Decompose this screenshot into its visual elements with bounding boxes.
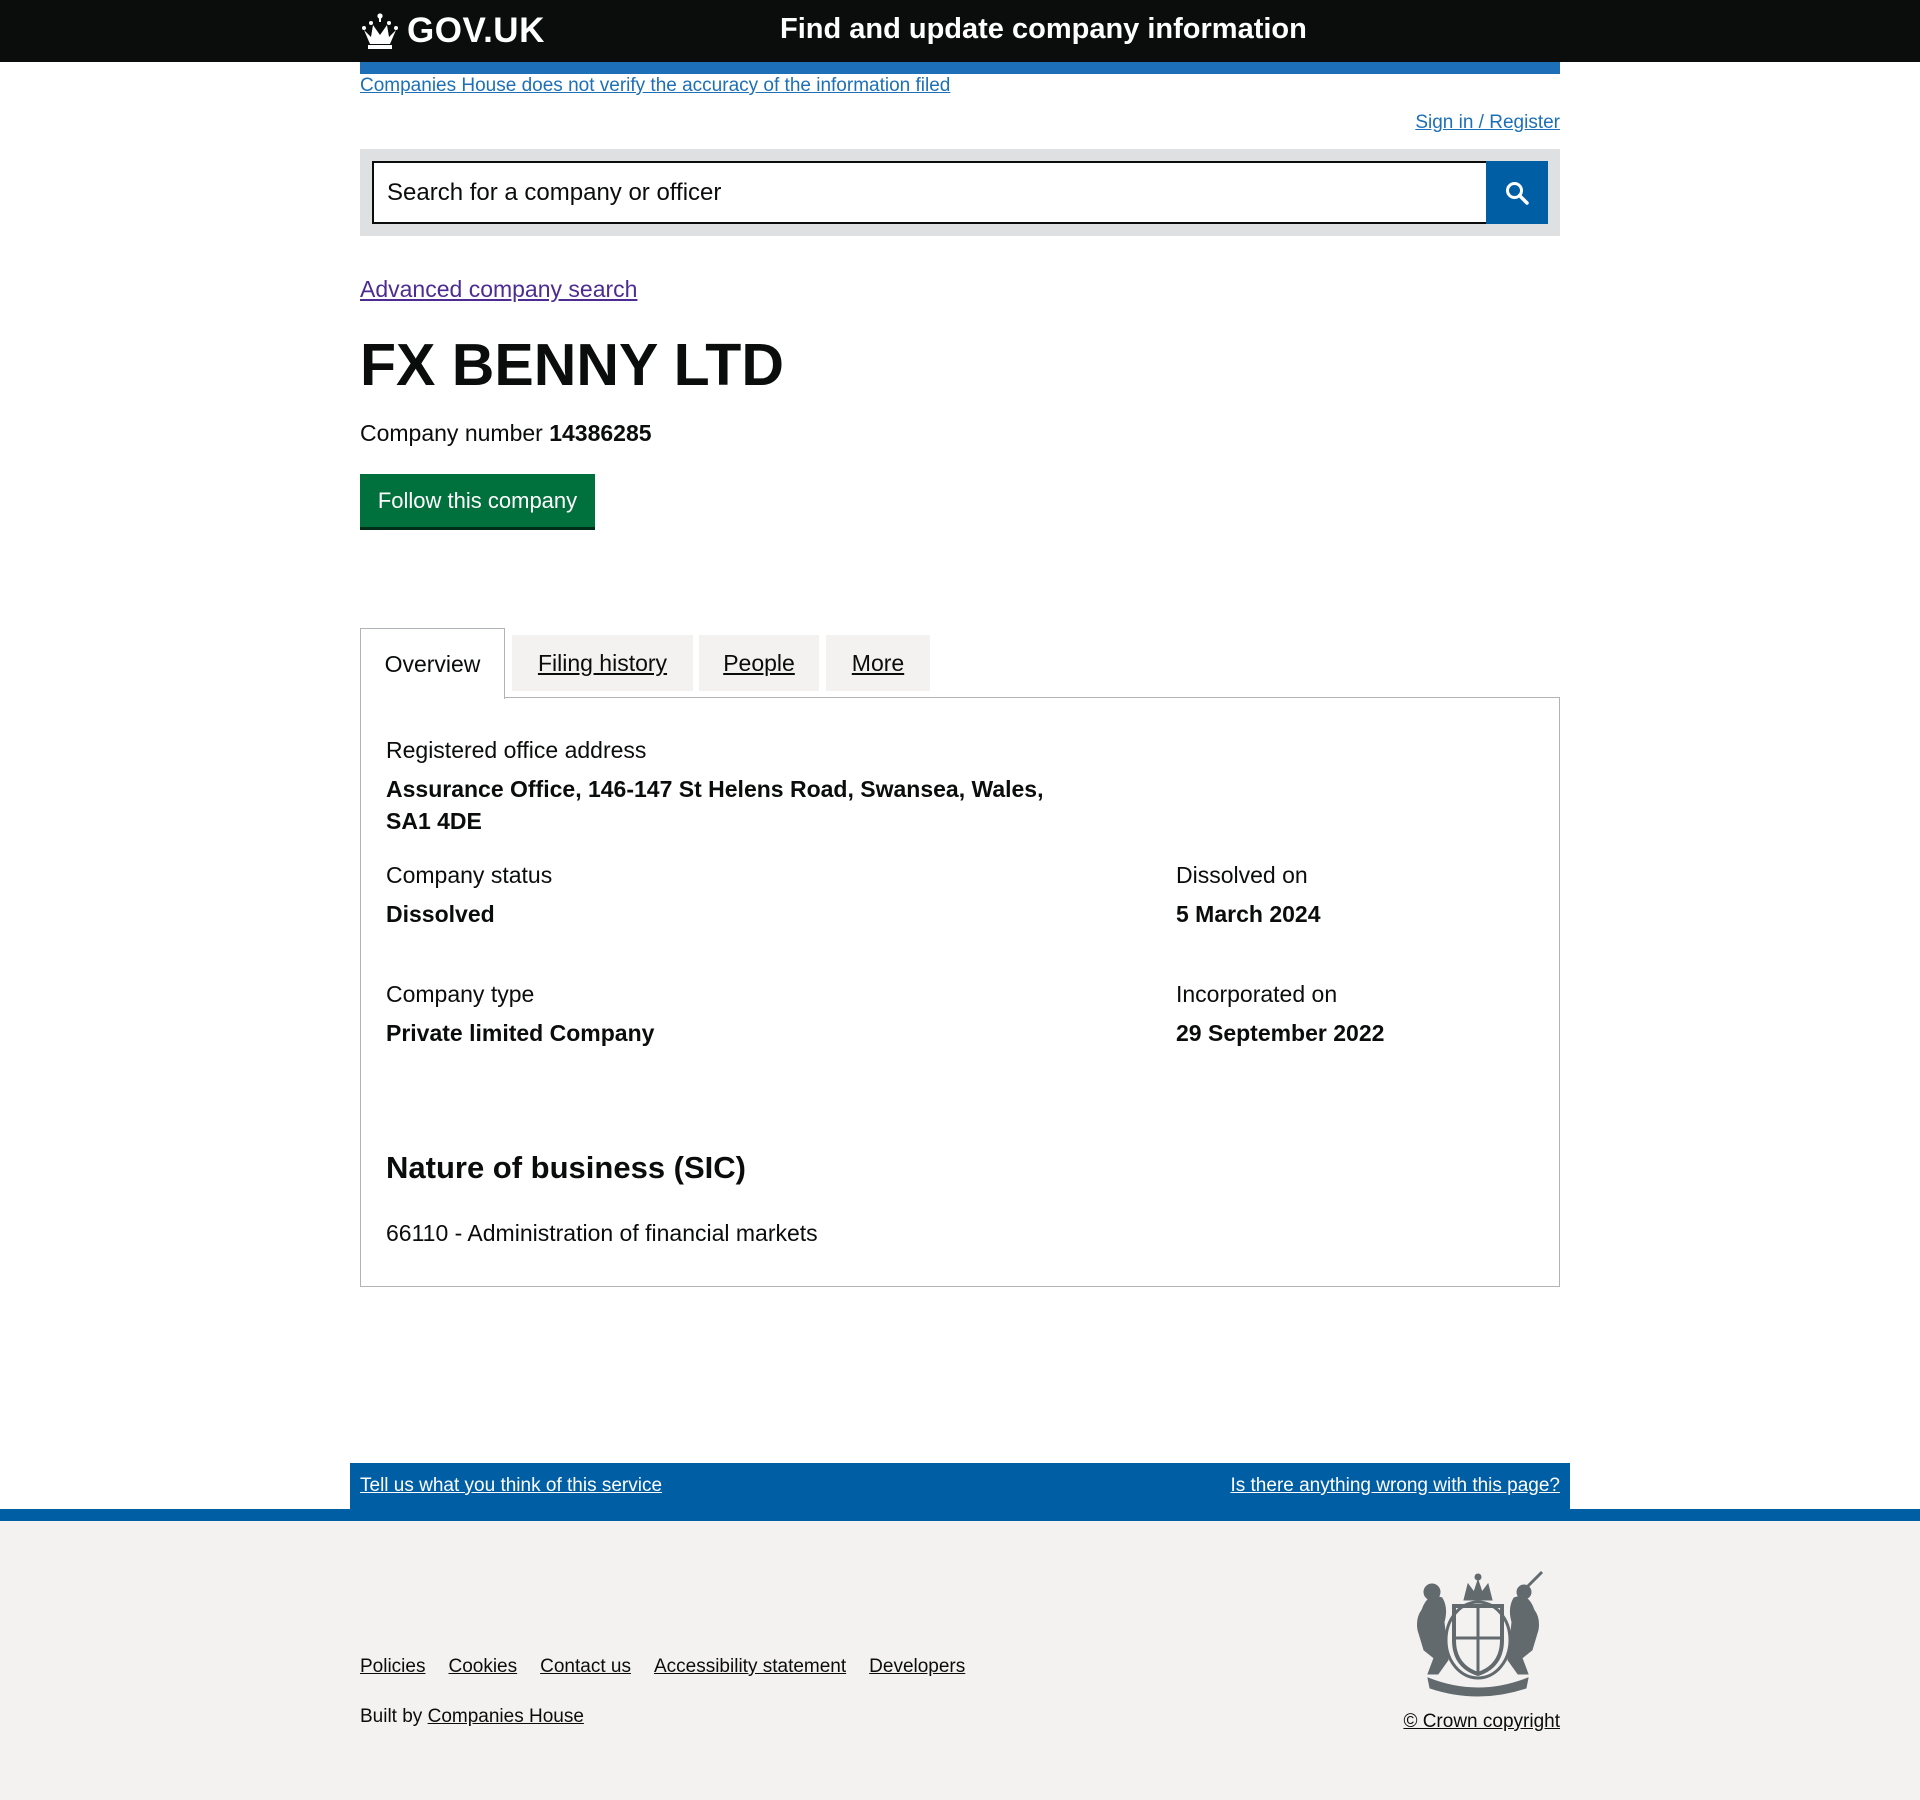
footer-link-contact-us[interactable]: Contact us — [540, 1656, 631, 1678]
advanced-company-search-link[interactable]: Advanced company search — [360, 276, 637, 303]
tab-more[interactable]: More — [826, 635, 930, 691]
report-problem-link[interactable]: Is there anything wrong with this page? — [1230, 1475, 1560, 1497]
incorporated-on-label: Incorporated on — [1176, 981, 1338, 1007]
incorporated-on-value: 29 September 2022 — [1176, 1020, 1385, 1046]
footer-link-cookies[interactable]: Cookies — [448, 1656, 517, 1678]
built-by-prefix: Built by — [360, 1706, 423, 1727]
service-feedback-link[interactable]: Tell us what you think of this service — [360, 1475, 662, 1497]
company-number-value: 14386285 — [549, 420, 652, 446]
footer-links: Policies Cookies Contact us Accessibilit… — [360, 1656, 965, 1678]
tab-filing-history[interactable]: Filing history — [512, 635, 693, 691]
registered-address-value: Assurance Office, 146-147 St Helens Road… — [386, 776, 1044, 834]
footer-link-developers[interactable]: Developers — [869, 1656, 965, 1678]
company-type-value: Private limited Company — [386, 1020, 655, 1046]
company-tabs: Overview Filing history People More — [360, 628, 1560, 699]
search-panel — [360, 149, 1560, 236]
footer-link-accessibility[interactable]: Accessibility statement — [654, 1656, 846, 1678]
header-blue-rule — [360, 62, 1560, 74]
search-input[interactable] — [372, 161, 1488, 224]
site-footer: Policies Cookies Contact us Accessibilit… — [0, 1521, 1920, 1800]
company-status-label: Company status — [386, 862, 553, 888]
nature-of-business-heading: Nature of business (SIC) — [386, 1150, 746, 1185]
company-status-value: Dissolved — [386, 901, 495, 927]
royal-coat-of-arms-icon — [1417, 1570, 1544, 1697]
site-header: GOV.UK Find and update company informati… — [0, 0, 1920, 62]
crown-copyright-link[interactable]: © Crown copyright — [1403, 1711, 1560, 1733]
search-icon — [1506, 181, 1529, 205]
tab-overview[interactable]: Overview — [360, 628, 505, 699]
sign-in-register-link[interactable]: Sign in / Register — [1415, 112, 1560, 134]
company-number: Company number 14386285 — [360, 420, 652, 447]
footer-link-policies[interactable]: Policies — [360, 1656, 425, 1678]
govuk-logo-link[interactable]: GOV.UK — [360, 9, 545, 53]
search-button[interactable] — [1486, 161, 1548, 224]
service-name-link[interactable]: Find and update company information — [780, 13, 1307, 46]
follow-company-button[interactable]: Follow this company — [360, 474, 595, 527]
crown-icon — [362, 13, 398, 49]
built-by: Built by Companies House — [360, 1706, 584, 1728]
overview-panel: Registered office address Assurance Offi… — [360, 697, 1560, 1287]
company-name-heading: FX BENNY LTD — [360, 332, 784, 398]
company-type-label: Company type — [386, 981, 535, 1007]
sic-code-item: 66110 - Administration of financial mark… — [386, 1220, 818, 1246]
companies-house-link[interactable]: Companies House — [428, 1706, 584, 1727]
footer-blue-rule — [0, 1509, 1920, 1521]
company-number-label: Company number — [360, 420, 543, 446]
feedback-bar: Tell us what you think of this service I… — [350, 1463, 1570, 1509]
govuk-logo-text: GOV.UK — [407, 11, 545, 50]
dissolved-on-label: Dissolved on — [1176, 862, 1308, 888]
dissolved-on-value: 5 March 2024 — [1176, 901, 1321, 927]
registered-address-label: Registered office address — [386, 737, 647, 763]
accuracy-disclaimer-link[interactable]: Companies House does not verify the accu… — [360, 75, 950, 97]
tab-people[interactable]: People — [699, 635, 819, 691]
